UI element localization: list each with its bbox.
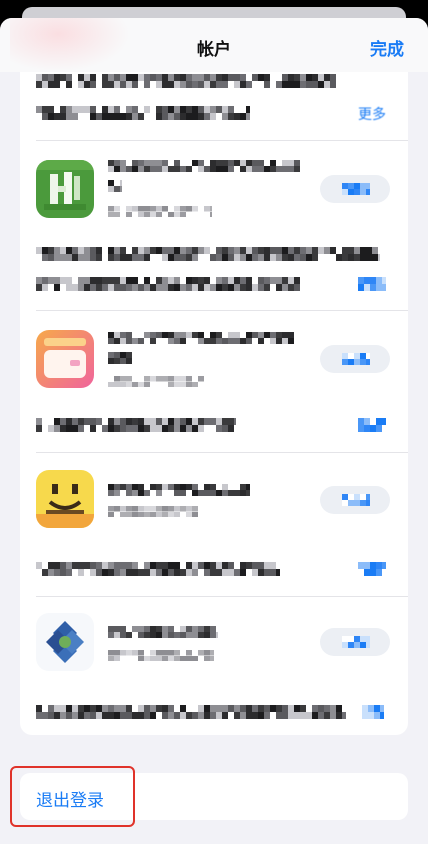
redacted-more-link[interactable] [362, 705, 384, 719]
app-icon-blue-flower[interactable] [36, 613, 94, 671]
redacted-more-link[interactable] [358, 418, 386, 432]
more-link[interactable]: 更多 [358, 104, 386, 124]
redacted-text [36, 562, 280, 576]
redacted-subtitle [108, 206, 212, 217]
app-action-button[interactable] [320, 345, 390, 373]
redacted-text [342, 353, 370, 365]
redacted-text [342, 183, 370, 195]
divider [36, 310, 408, 311]
redacted-more-link[interactable] [358, 277, 386, 291]
redacted-subtitle [108, 506, 198, 517]
redacted-text [108, 180, 122, 192]
divider [36, 452, 408, 453]
app-icon-green[interactable] [36, 160, 94, 218]
app-action-button[interactable] [320, 628, 390, 656]
sign-out-label: 退出登录 [36, 791, 104, 811]
redacted-text [108, 332, 294, 344]
redacted-more-link[interactable] [358, 562, 386, 576]
redacted-text [108, 626, 218, 638]
redacted-text [108, 352, 132, 364]
redacted-text [36, 418, 236, 432]
redacted-text [36, 705, 346, 719]
divider [36, 140, 408, 141]
divider [36, 596, 408, 597]
done-button[interactable]: 完成 [370, 35, 404, 60]
redacted-subtitle [108, 650, 214, 661]
redacted-subtitle [108, 376, 204, 387]
redacted-text [36, 74, 336, 88]
redacted-text [108, 484, 250, 496]
app-action-button[interactable] [320, 486, 390, 514]
app-icon-yellow[interactable] [36, 470, 94, 528]
account-sheet: 帐户 完成 更多 退出登录 [0, 18, 428, 844]
page-title: 帐户 [197, 40, 231, 60]
sign-out-button[interactable]: 退出登录 [20, 773, 408, 820]
redacted-text [36, 247, 380, 261]
nav-bar: 帐户 完成 [0, 18, 428, 72]
app-action-button[interactable] [320, 175, 390, 203]
apps-card: 更多 [20, 66, 408, 735]
redacted-text [36, 277, 300, 291]
app-icon-orange[interactable] [36, 330, 94, 388]
redacted-text [36, 106, 250, 120]
redacted-text [108, 160, 300, 172]
redacted-text [342, 636, 370, 648]
redacted-text [342, 494, 370, 506]
